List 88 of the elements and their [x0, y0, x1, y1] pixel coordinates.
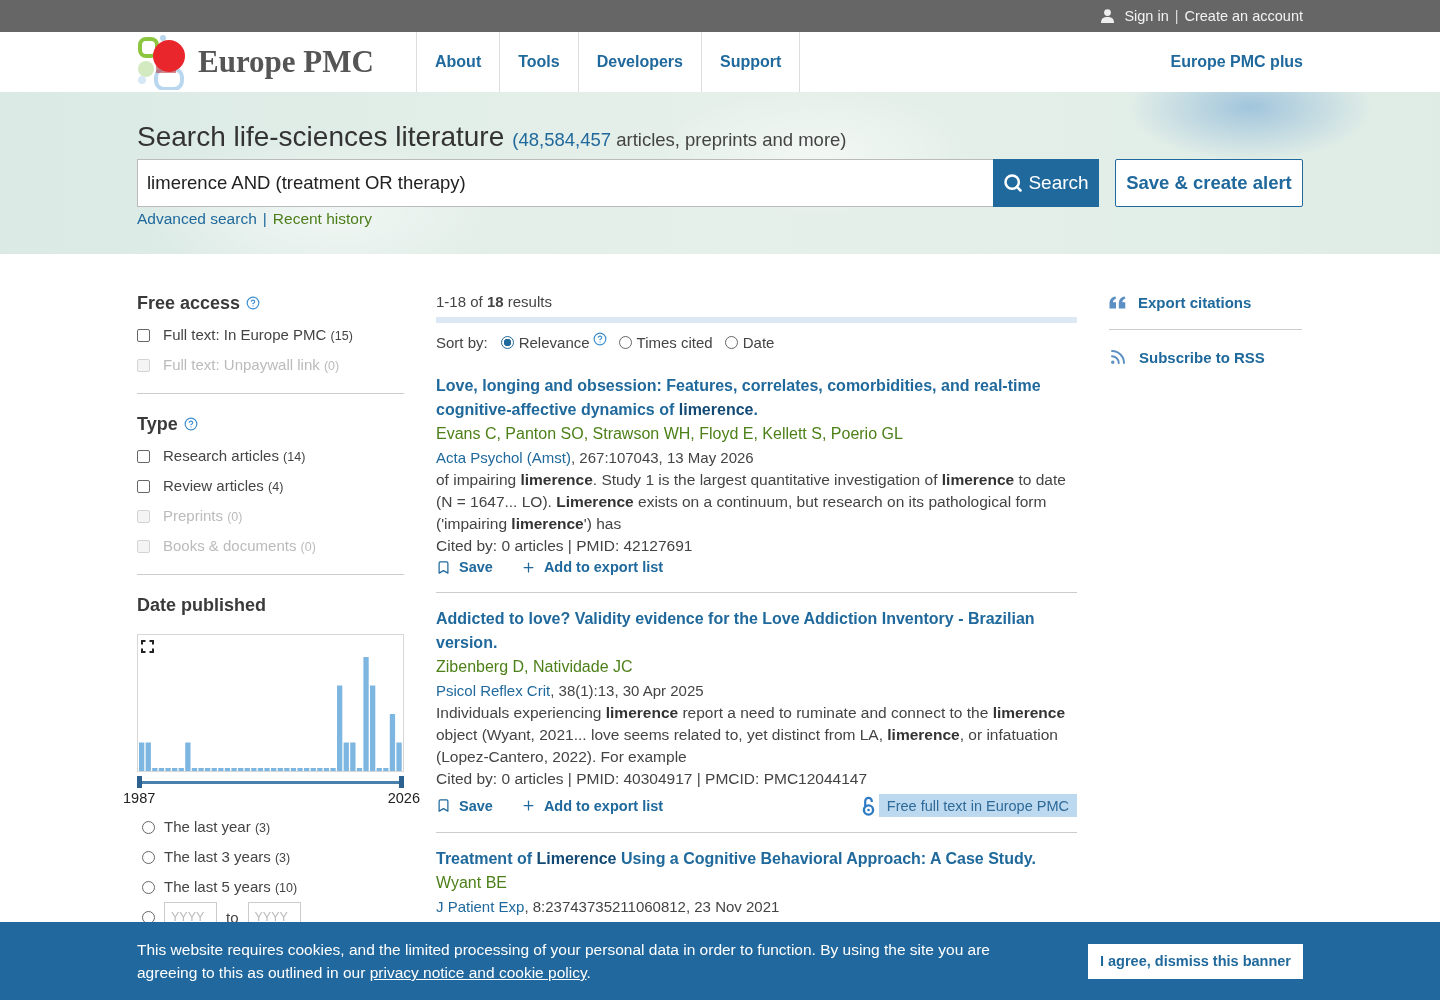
rss-icon	[1109, 348, 1127, 366]
journal-link[interactable]: J Patient Exp	[436, 898, 525, 915]
user-icon	[1101, 9, 1115, 23]
add-to-export-button[interactable]: Add to export list	[520, 797, 664, 814]
sort-option-label[interactable]: Times cited	[636, 333, 713, 351]
article-count-text: (48,584,457 articles, preprints and more)	[512, 129, 847, 151]
result-metadata: Cited by: 0 articles | PMID: 40304917 | PMCID: PMC12044147	[436, 769, 869, 789]
search-field[interactable]: limerence AND (treatment OR therapy)	[137, 159, 993, 207]
logo-icon	[137, 34, 187, 90]
result-snippet: of impairing limerence. Study 1 is the largest quantitative investigation of limerence to date (N = 1647... LO). Limerence exists on a continuum, but research on its pathological form ('impairing limerence') has	[436, 470, 1067, 534]
result-citation: Psicol Reflex Crit, 38(1):13, 30 Apr 2025	[436, 681, 705, 701]
privacy-policy-link[interactable]: privacy notice and cookie policy	[369, 964, 587, 981]
year-to-field[interactable]: YYYY	[247, 902, 301, 922]
help-icon[interactable]	[592, 331, 607, 346]
result-title-link[interactable]: Treatment of Limerence Using a Cognitive Behavioral Approach: A Case Study.	[436, 847, 1077, 871]
help-icon[interactable]	[246, 296, 261, 310]
article-count-link[interactable]: (48,584,457	[512, 129, 612, 150]
radio-button[interactable]	[500, 335, 514, 349]
radio-button[interactable]	[142, 910, 155, 922]
filter-option-label[interactable]: Review articles (4)	[163, 474, 284, 498]
sort-option-label[interactable]: Date	[742, 333, 775, 351]
result-authors: Wyant BE	[436, 873, 508, 893]
free-full-text-link[interactable]: Free full text in Europe PMC	[878, 794, 1077, 817]
result-citation: J Patient Exp, 8:23743735211060812, 23 Nov 2021	[436, 897, 781, 917]
checkbox[interactable]	[137, 449, 150, 463]
results-count: 1-18 of 18 results	[436, 292, 553, 312]
nav-link[interactable]: Developers	[577, 32, 701, 92]
search-button[interactable]: Search	[993, 159, 1099, 207]
nav-link[interactable]: Tools	[499, 32, 578, 92]
help-icon[interactable]	[183, 417, 198, 431]
radio-button[interactable]	[142, 850, 155, 864]
advanced-search-link[interactable]: Advanced search	[137, 209, 257, 229]
export-citations-link[interactable]: Export citations	[1109, 291, 1302, 313]
subscribe-rss-link[interactable]: Subscribe to RSS	[1109, 346, 1302, 368]
plus-icon	[520, 559, 536, 575]
agree-button[interactable]: I agree, dismiss this banner	[1088, 943, 1303, 979]
save-button[interactable]: Save	[436, 797, 493, 814]
result-metadata: Cited by: 0 articles | PMID: 42127691	[436, 536, 694, 556]
fullscreen-icon[interactable]	[141, 640, 154, 653]
result-title-link[interactable]: Love, longing and obsession: Features, correlates, comorbidities, and real-time cognitive-affective dynamics of limerence.	[436, 374, 1077, 422]
journal-link[interactable]: Acta Psychol (Amst)	[436, 449, 572, 466]
nav-link[interactable]: Support	[700, 32, 801, 92]
filter-option-label[interactable]: The last 3 years (3)	[164, 845, 291, 869]
link-separator: |	[262, 209, 267, 229]
slider-handle[interactable]	[137, 776, 142, 788]
checkbox[interactable]	[137, 328, 150, 342]
padlock-icon	[861, 795, 875, 816]
radio-button[interactable]	[724, 335, 738, 349]
save-button[interactable]: Save	[436, 559, 493, 575]
cookie-notice-text: This website requires cookies, and the limited processing of your personal data in order to function. By using the site you are agreeing to this as outlined in our privacy notice and cookie policy.	[137, 940, 991, 983]
axis-year-label: 2026	[387, 789, 420, 808]
filter-option-label[interactable]: The last 5 years (10)	[164, 875, 298, 899]
search-icon	[1003, 173, 1024, 193]
year-from-field[interactable]: YYYY	[164, 902, 217, 922]
filter-heading: Free access	[137, 292, 241, 315]
result-title-link[interactable]: Addicted to love? Validity evidence for the Love Addiction Inventory - Brazilian version.	[436, 607, 1077, 655]
filter-option-label[interactable]: Research articles (14)	[163, 444, 306, 468]
save-alert-button[interactable]: Save & create alert	[1115, 159, 1303, 207]
result-authors: Zibenberg D, Natividade JC	[436, 657, 634, 677]
slider-handle[interactable]	[399, 776, 404, 788]
add-to-export-button[interactable]: Add to export list	[520, 559, 664, 575]
result-citation: Acta Psychol (Amst), 267:107043, 13 May 2026	[436, 448, 755, 468]
bookmark-icon	[436, 798, 451, 813]
filter-heading: Date published	[137, 594, 266, 617]
filter-heading: Type	[137, 413, 178, 436]
filter-option-label[interactable]: The last year (3)	[164, 815, 271, 839]
filter-option-label[interactable]: Full text: In Europe PMC (15)	[163, 323, 353, 347]
radio-button[interactable]	[618, 335, 632, 349]
create-account-link[interactable]: Create an account	[1184, 8, 1303, 24]
plus-icon	[520, 798, 536, 813]
nav-link[interactable]: About	[416, 32, 500, 92]
recent-history-link[interactable]: Recent history	[272, 209, 372, 229]
sort-label: Sort by:	[436, 333, 488, 351]
sign-in-link[interactable]: Sign in	[1124, 8, 1169, 24]
sort-option-label[interactable]: Relevance	[518, 333, 590, 351]
axis-year-label: 1987	[123, 789, 156, 808]
home-logo-link[interactable]: Europe PMC	[137, 32, 416, 92]
radio-button[interactable]	[142, 820, 155, 834]
checkbox[interactable]	[137, 479, 150, 493]
result-authors: Evans C, Panton SO, Strawson WH, Floyd E, Kellett S, Poerio GL	[436, 424, 904, 444]
bookmark-icon	[436, 559, 451, 575]
link-separator: |	[1174, 8, 1179, 24]
search-heading: Search life-sciences literature	[137, 120, 505, 154]
quote-icon	[1109, 295, 1126, 309]
radio-button[interactable]	[142, 880, 155, 894]
range-to-label: to	[226, 908, 239, 922]
result-snippet: Individuals experiencing limerence report a need to ruminate and connect to the limerence object (Wyant, 2021... love seems related to, yet distinct from LA, limerence, or infatuation (Lopez-Cantero, 2022). For example	[436, 703, 1067, 767]
plus-link[interactable]: Europe PMC plus	[1170, 32, 1303, 92]
